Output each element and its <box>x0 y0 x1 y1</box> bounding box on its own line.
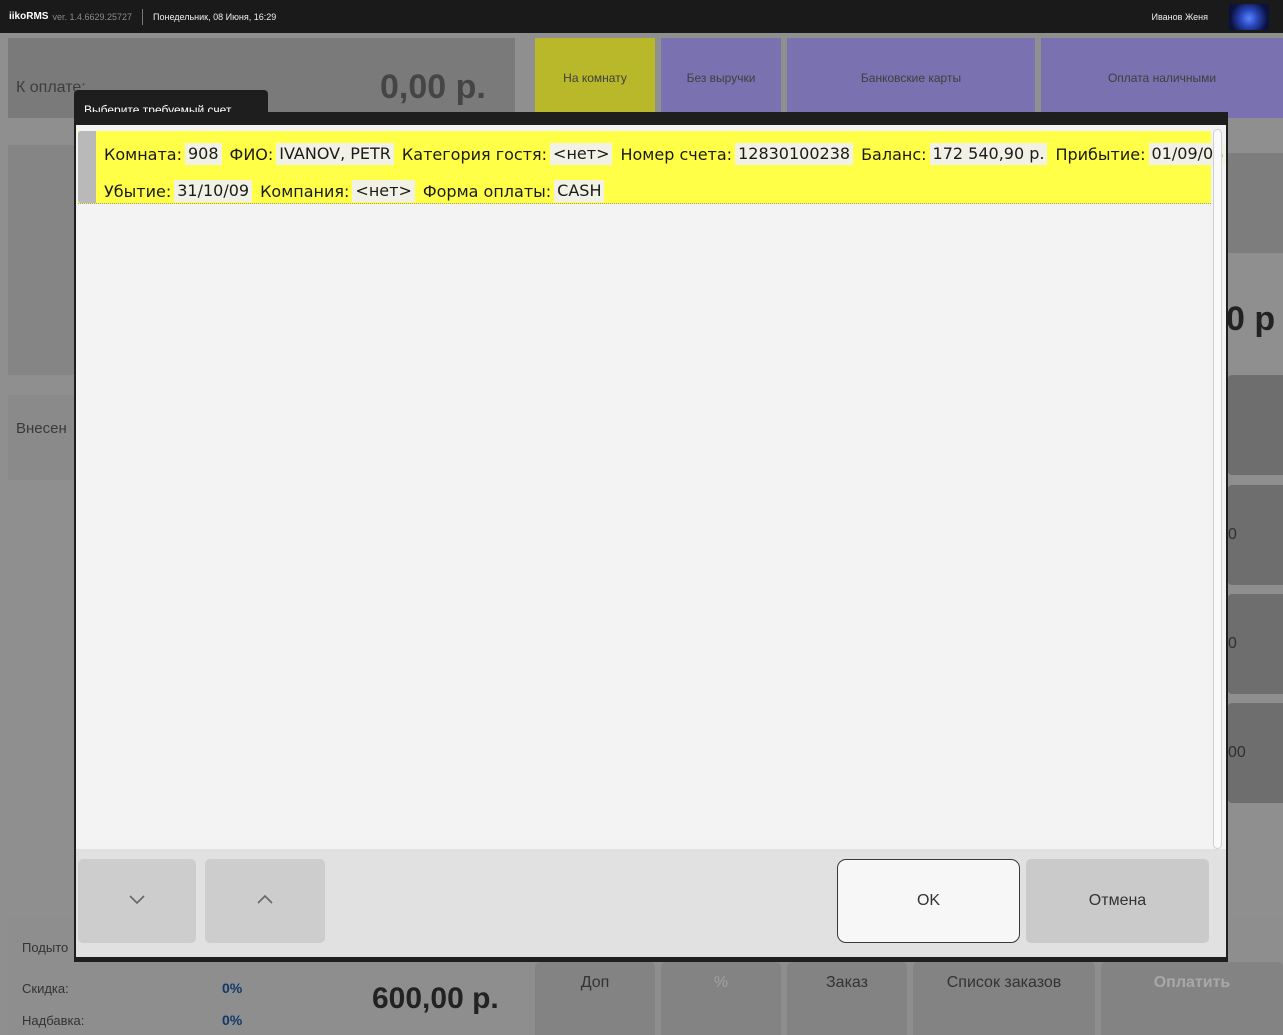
left-column-panel <box>8 145 74 375</box>
field-value: 172 540,90 р. <box>929 143 1048 165</box>
row-line-2: Убытие: 31/10/09 Компания: <нет> Форма оплат… <box>104 180 612 202</box>
right-button-4[interactable]: 00 <box>1228 703 1283 803</box>
right-button-label: 0 <box>1228 526 1237 543</box>
right-big-value: 0 р <box>1226 300 1276 338</box>
order-button[interactable]: Заказ <box>787 962 907 1035</box>
divider <box>142 8 144 25</box>
right-column-panel <box>1228 153 1283 253</box>
order-list-button[interactable]: Список заказов <box>913 962 1095 1035</box>
discount-label: Скидка: <box>22 981 69 996</box>
scrollbar[interactable] <box>1213 129 1222 849</box>
ok-button[interactable]: OK <box>837 859 1020 943</box>
field-label: Категория гостя: <box>401 144 548 164</box>
percent-button[interactable]: % <box>661 962 781 1035</box>
right-button-2[interactable]: 0 <box>1228 485 1283 585</box>
field-value: <нет> <box>352 180 415 202</box>
left-label: Внесен <box>16 420 67 437</box>
field-value: 31/10/09 <box>174 180 253 202</box>
field-label: Убытие: <box>104 181 172 201</box>
field-label: ФИО: <box>229 144 274 164</box>
tab-no-revenue[interactable]: Без выручки <box>661 38 781 118</box>
field-label: Форма оплаты: <box>422 181 552 201</box>
field-value: 908 <box>185 143 222 165</box>
dialog-body: Комната: 908 ФИО: IVANOV, PETR Категория гос… <box>76 125 1227 957</box>
app-version: ver. 1.4.6629.25727 <box>52 11 133 22</box>
account-list[interactable]: Комната: 908 ФИО: IVANOV, PETR Категория гос… <box>76 125 1227 849</box>
field-label: Комната: <box>104 144 182 164</box>
tab-to-room[interactable]: На комнату <box>535 38 655 118</box>
field-value: <нет> <box>550 143 613 165</box>
cancel-button[interactable]: Отмена <box>1026 859 1209 943</box>
list-item[interactable]: Комната: 908 ФИО: IVANOV, PETR Категория гос… <box>78 131 1227 204</box>
top-bar: iikoRMS ver. 1.4.6629.25727 Понедельник,… <box>0 0 1283 33</box>
datetime: Понедельник, 08 Июня, 16:29 <box>153 11 277 22</box>
field-value: 12830100238 <box>735 143 854 165</box>
right-button-label: 0 <box>1228 635 1237 652</box>
row-line-1: Комната: 908 ФИО: IVANOV, PETR Категория гос… <box>104 143 1234 165</box>
surcharge-value: 0% <box>222 1012 243 1028</box>
field-label: Баланс: <box>861 144 927 164</box>
dialog-footer: OK Отмена <box>76 849 1226 957</box>
subtotal-label: Подыто <box>22 940 69 955</box>
app-brand: iikoRMS <box>9 11 49 22</box>
tab-bank-cards[interactable]: Банковские карты <box>787 38 1035 118</box>
right-button-3[interactable]: 0 <box>1228 594 1283 694</box>
order-total: 600,00 р. <box>372 982 499 1015</box>
extra-button[interactable]: Доп <box>535 962 655 1035</box>
field-label: Номер счета: <box>620 144 733 164</box>
chevron-down-icon <box>128 892 146 910</box>
select-account-dialog: Комната: 908 ФИО: IVANOV, PETR Категория гос… <box>74 112 1228 962</box>
discount-value: 0% <box>222 980 243 996</box>
left-column-panel-2 <box>8 395 74 480</box>
right-button-label: 00 <box>1228 744 1246 761</box>
field-label: Прибытие: <box>1055 144 1146 164</box>
surcharge-label: Надбавка: <box>22 1013 85 1028</box>
row-selector[interactable] <box>78 131 96 203</box>
scroll-down-button[interactable] <box>78 859 196 943</box>
chevron-up-icon <box>256 892 274 910</box>
scroll-up-button[interactable] <box>205 859 325 943</box>
payment-amount: 0,00 р. <box>380 68 486 106</box>
field-value: CASH <box>554 180 605 202</box>
field-label: Компания: <box>260 181 350 201</box>
tab-cash[interactable]: Оплата наличными <box>1041 38 1283 118</box>
user-name[interactable]: Иванов Женя <box>1152 12 1208 22</box>
pay-button[interactable]: Оплатить <box>1101 962 1283 1035</box>
right-button-1[interactable] <box>1228 375 1283 475</box>
field-value: IVANOV, PETR <box>276 143 394 165</box>
avatar[interactable] <box>1229 4 1269 30</box>
